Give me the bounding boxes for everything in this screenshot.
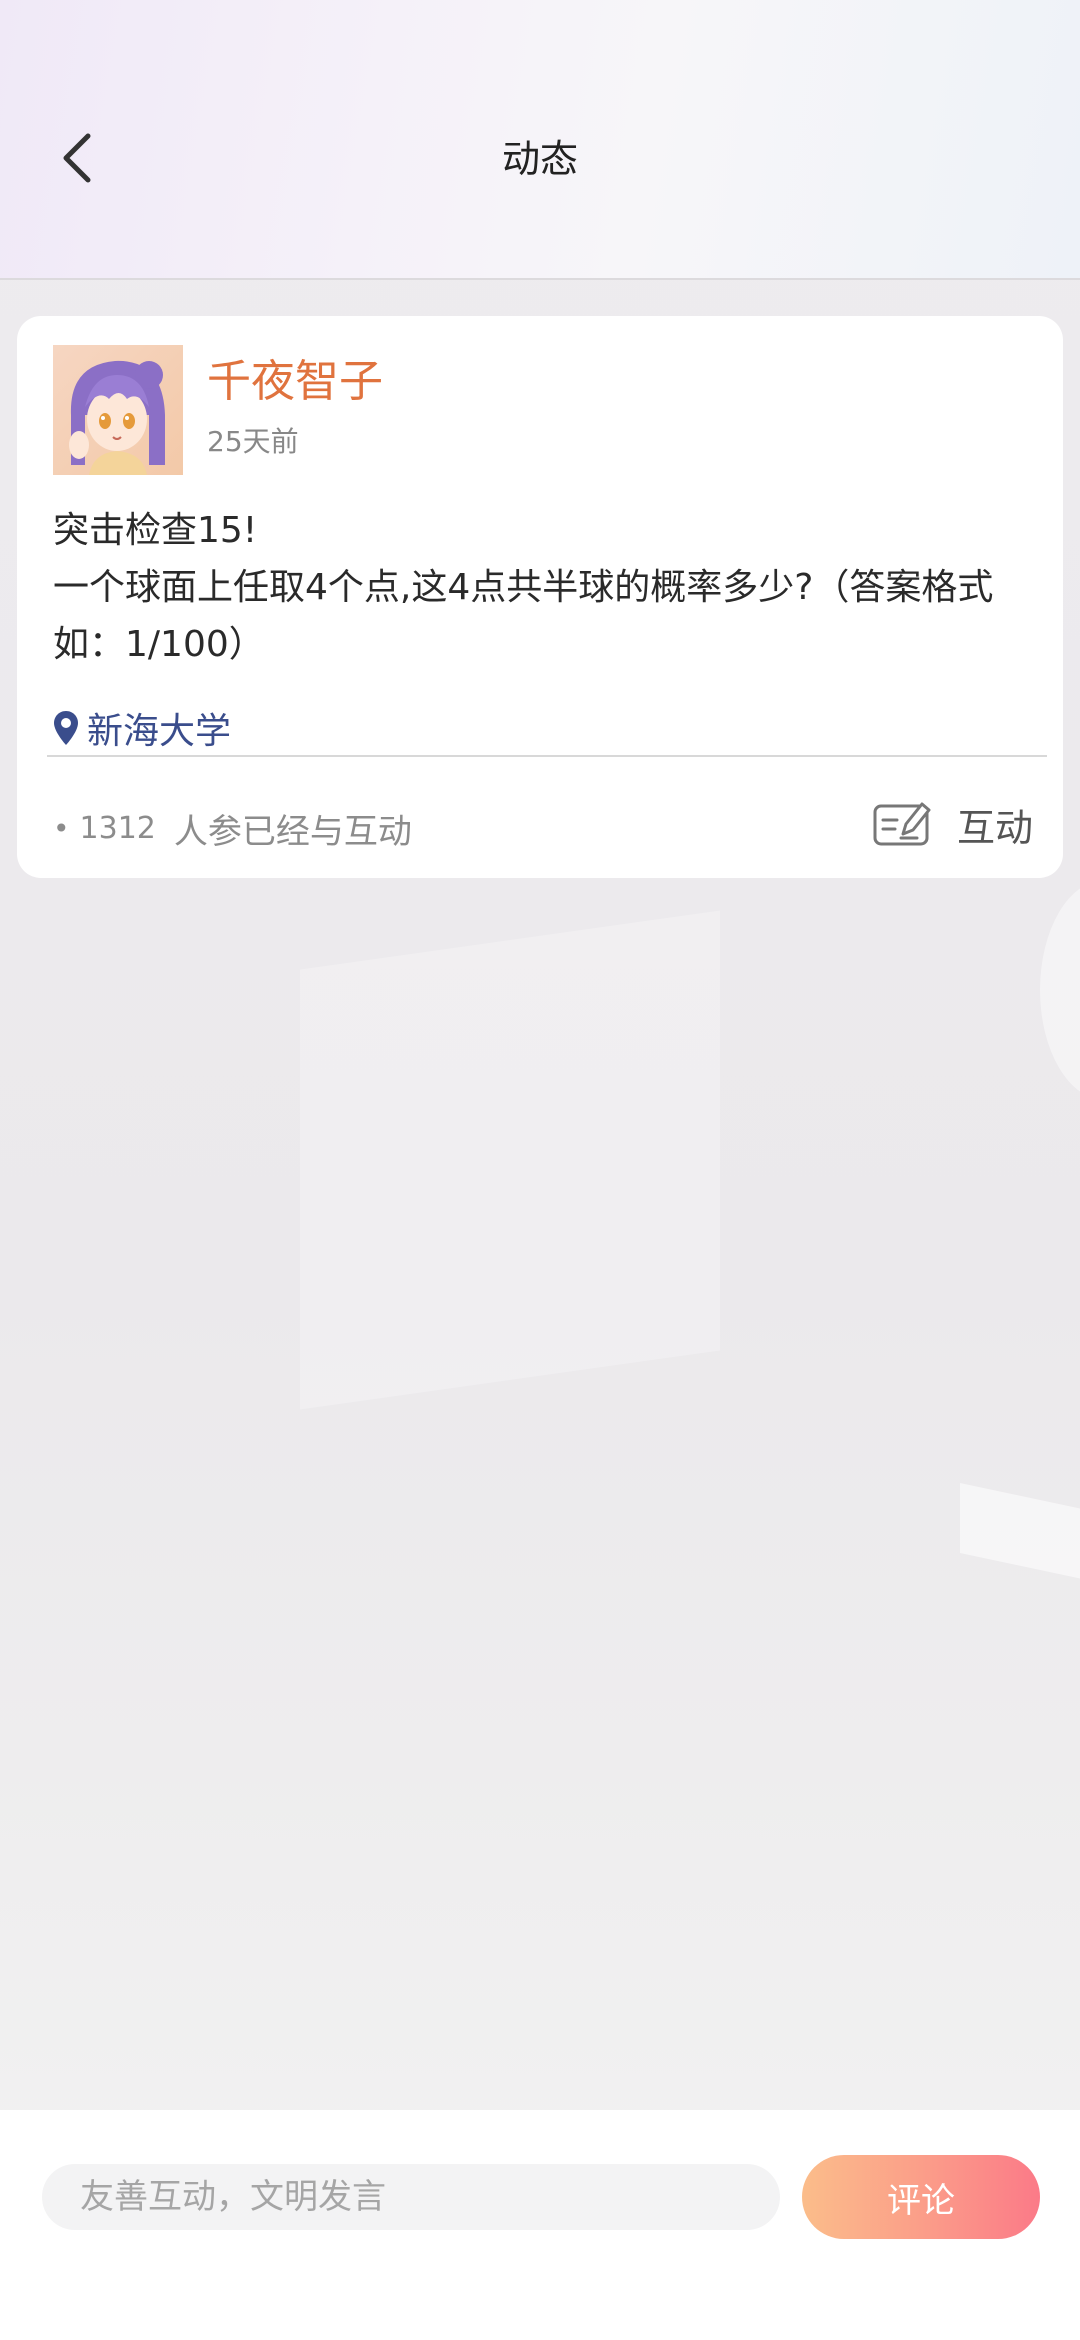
- participants-info: • 1312 人参已经与互动: [53, 806, 412, 852]
- comment-bar: 评论: [0, 2110, 1080, 2340]
- avatar[interactable]: [53, 345, 183, 475]
- location-label: 新海大学: [87, 711, 232, 752]
- post-content: 突击检查15! 一个球面上任取4个点,这4点共半球的概率多少?（答案格式如：1/…: [53, 510, 994, 665]
- background-shape: [960, 1482, 1080, 1588]
- map-pin-icon: [54, 711, 78, 745]
- participants-count: 1312: [79, 810, 156, 846]
- interact-button[interactable]: 互动: [873, 794, 1033, 854]
- post-card[interactable]: 千夜智子 25天前 突击检查15! 一个球面上任取4个点,这4点共半球的概率多少…: [17, 316, 1063, 878]
- edit-card-icon: [873, 802, 931, 846]
- bullet: •: [53, 811, 70, 845]
- background-shape: [1040, 880, 1080, 1100]
- post-time: 25天前: [207, 425, 299, 458]
- comment-input[interactable]: [42, 2164, 780, 2230]
- screen: 动态 千夜智子 25天前 突击检查15! 一个球面上任取4个点,这4点共半球的概…: [0, 0, 1080, 2340]
- interact-label: 互动: [956, 805, 1033, 850]
- participants-label: 人参已经与互动: [173, 811, 412, 852]
- divider: [47, 755, 1047, 757]
- page-title: 动态: [501, 137, 578, 181]
- location: 新海大学: [53, 700, 231, 756]
- comment-button[interactable]: 评论: [802, 2155, 1040, 2239]
- username[interactable]: 千夜智子: [207, 356, 383, 408]
- header: 动态: [0, 0, 1080, 280]
- background-shape: [300, 910, 720, 1410]
